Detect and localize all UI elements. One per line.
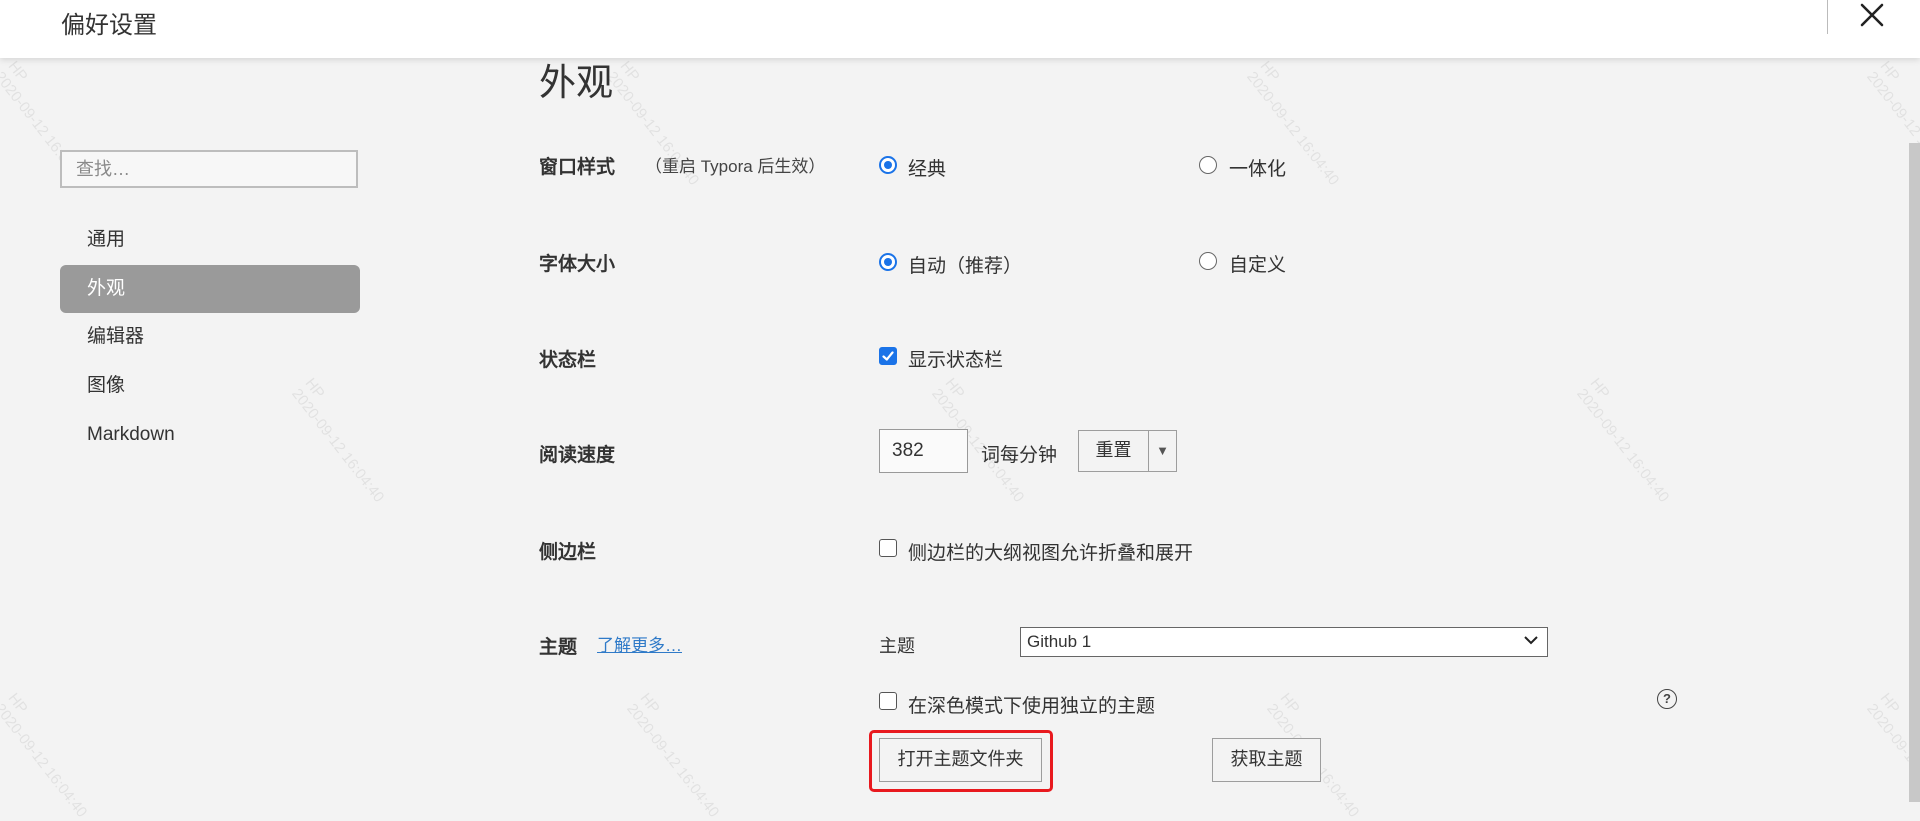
font-size-auto-label[interactable]: 自动（推荐） — [908, 251, 1022, 278]
watermark: HP 2020-09-12 16:04:40 — [1573, 375, 1673, 506]
dark-mode-theme-checkbox[interactable] — [879, 692, 897, 710]
font-size-custom-radio[interactable] — [1199, 252, 1217, 270]
reading-speed-input[interactable]: 382 — [879, 429, 968, 473]
sidebar-item-editor[interactable]: 编辑器 — [60, 313, 360, 361]
open-theme-folder-button[interactable]: 打开主题文件夹 — [879, 738, 1042, 782]
theme-field-label: 主题 — [879, 636, 915, 656]
font-size-custom-label[interactable]: 自定义 — [1229, 250, 1286, 277]
sidebar-option-label: 侧边栏 — [539, 542, 597, 563]
status-bar-label: 状态栏 — [539, 350, 597, 371]
sidebar-item-general[interactable]: 通用 — [60, 216, 360, 264]
window-style-classic-radio[interactable] — [879, 156, 897, 174]
sidebar-item-label: 外观 — [87, 278, 126, 299]
watermark: HP 2020-09-12 16:04:40 — [0, 690, 91, 821]
window-style-label: 窗口样式 — [539, 157, 616, 178]
page-title: 外观 — [539, 62, 613, 103]
sidebar-item-image[interactable]: 图像 — [60, 362, 360, 410]
status-bar-checkbox-label[interactable]: 显示状态栏 — [908, 345, 1003, 372]
window-title: 偏好设置 — [61, 12, 157, 39]
scrollbar[interactable] — [1909, 143, 1920, 802]
sidebar-item-label: 图像 — [87, 375, 126, 396]
sidebar-item-label: 编辑器 — [87, 326, 145, 347]
outline-collapse-checkbox[interactable] — [879, 539, 897, 557]
help-icon[interactable]: ? — [1657, 689, 1677, 709]
get-themes-button[interactable]: 获取主题 — [1212, 738, 1321, 782]
font-size-label: 字体大小 — [539, 254, 616, 275]
watermark: HP 2020-09-12 16:04:40 — [623, 690, 723, 821]
reading-speed-unit: 词每分钟 — [981, 445, 1058, 466]
window-style-unibody-radio[interactable] — [1199, 156, 1217, 174]
theme-label: 主题 — [539, 637, 578, 658]
dark-mode-theme-label[interactable]: 在深色模式下使用独立的主题 — [908, 691, 1155, 718]
sidebar-item-label: Markdown — [87, 424, 175, 445]
reset-button[interactable]: 重置 — [1078, 430, 1149, 472]
sidebar-item-appearance[interactable]: 外观 — [60, 265, 360, 313]
learn-more-link[interactable]: 了解更多… — [597, 631, 682, 656]
theme-select[interactable]: Github 1 — [1020, 627, 1548, 657]
checkmark-icon — [882, 351, 894, 361]
window-style-note: （重启 Typora 后生效） — [645, 157, 826, 176]
sidebar-item-markdown[interactable]: Markdown — [60, 411, 360, 459]
title-divider — [1827, 0, 1828, 34]
close-icon[interactable] — [1854, 0, 1888, 34]
title-bar: 偏好设置 — [0, 0, 1920, 58]
theme-select-value: Github 1 — [1027, 632, 1092, 651]
outline-collapse-checkbox-label[interactable]: 侧边栏的大纲视图允许折叠和展开 — [908, 538, 1193, 565]
font-size-auto-radio[interactable] — [879, 253, 897, 271]
reading-speed-label: 阅读速度 — [539, 445, 616, 466]
chevron-down-icon — [1524, 636, 1538, 645]
chevron-down-icon[interactable]: ▼ — [1148, 430, 1177, 472]
window-style-classic-label[interactable]: 经典 — [908, 154, 946, 181]
window-style-unibody-label[interactable]: 一体化 — [1229, 154, 1286, 181]
sidebar-item-label: 通用 — [87, 229, 126, 250]
search-input[interactable] — [60, 150, 358, 188]
status-bar-checkbox[interactable] — [879, 347, 897, 365]
